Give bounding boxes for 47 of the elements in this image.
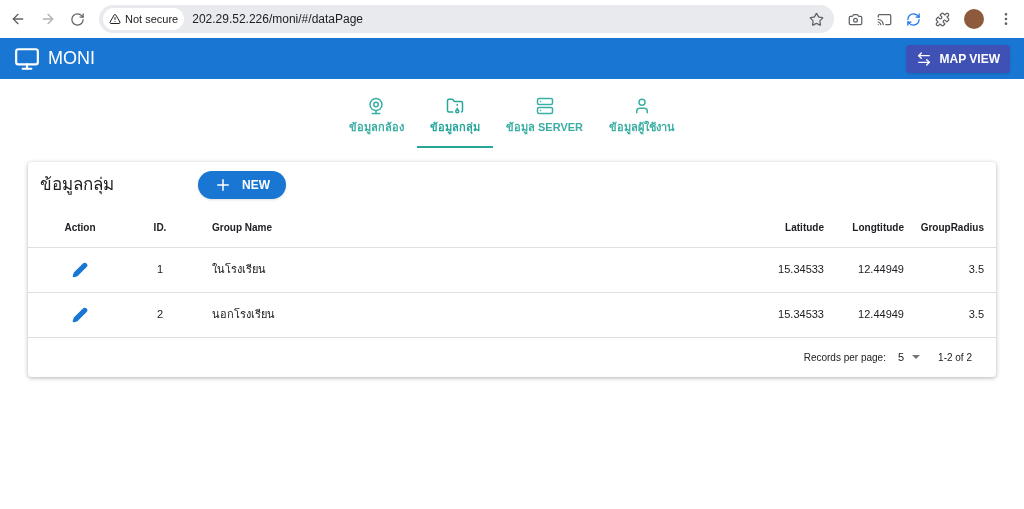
column-header: GroupRadius (919, 220, 984, 235)
url-text: 202.29.52.226/moni/#/dataPage (192, 11, 364, 28)
page-range: 1-2 of 2 (937, 350, 972, 365)
app-title: MONI (48, 47, 95, 70)
profile-avatar[interactable] (964, 9, 984, 29)
tab[interactable]: ข้อมูลกลุ่ม (416, 97, 493, 148)
column-header: Group Name (211, 220, 273, 235)
new-button[interactable]: NEW (198, 170, 286, 199)
tab[interactable]: ข้อมูลผู้ใช้งาน (596, 97, 689, 148)
table-cell-text: 2 (155, 307, 165, 323)
table-cell-text: 3.5 (967, 262, 984, 278)
table-cell-text: 12.44949 (857, 262, 904, 278)
column-header: ID. (152, 220, 168, 235)
security-chip[interactable]: Not secure (103, 8, 185, 30)
dropdown-caret-icon (912, 355, 921, 359)
swap-icon (915, 50, 932, 67)
table-cell-text: 15.34533 (777, 307, 824, 323)
tab[interactable]: ข้อมูล SERVER (492, 97, 597, 148)
address-bar[interactable]: Not secure 202.29.52.226/moni/#/dataPage (99, 5, 834, 33)
column-header: Longtitude (851, 220, 904, 235)
column-header: Latitude (784, 220, 824, 235)
monitor-icon (14, 45, 40, 72)
card-title: ข้อมูลกลุ่ม (40, 173, 115, 197)
pencil-icon (72, 306, 88, 323)
table-cell-text: 12.44949 (857, 307, 904, 323)
extensions-icon[interactable] (935, 11, 950, 27)
server-icon (535, 97, 554, 115)
cast-icon[interactable] (877, 11, 892, 27)
sync-icon[interactable] (906, 11, 921, 27)
table-cell-text: 1 (155, 262, 165, 278)
webcam-icon (367, 97, 386, 115)
map-view-button[interactable]: MAP VIEW (905, 44, 1010, 73)
camera-icon[interactable] (848, 11, 863, 27)
table-cell-text: 15.34533 (777, 262, 824, 278)
tab[interactable]: ข้อมูลกล้อง (335, 97, 417, 148)
folder-icon (445, 97, 464, 115)
back-icon[interactable] (10, 11, 26, 27)
per-page-select[interactable]: 5 (897, 348, 921, 366)
pencil-icon (72, 261, 88, 278)
reload-icon[interactable] (70, 11, 85, 27)
records-per-page-label: Records per page: (803, 350, 886, 365)
table-cell-text: นอกโรงเรียน (211, 307, 276, 323)
table-cell-text: 3.5 (967, 307, 984, 323)
bookmark-star-icon[interactable] (809, 11, 824, 27)
table-cell-text: ในโรงเรียน (211, 262, 267, 278)
column-header: Action (63, 220, 97, 235)
warning-icon (109, 13, 121, 25)
